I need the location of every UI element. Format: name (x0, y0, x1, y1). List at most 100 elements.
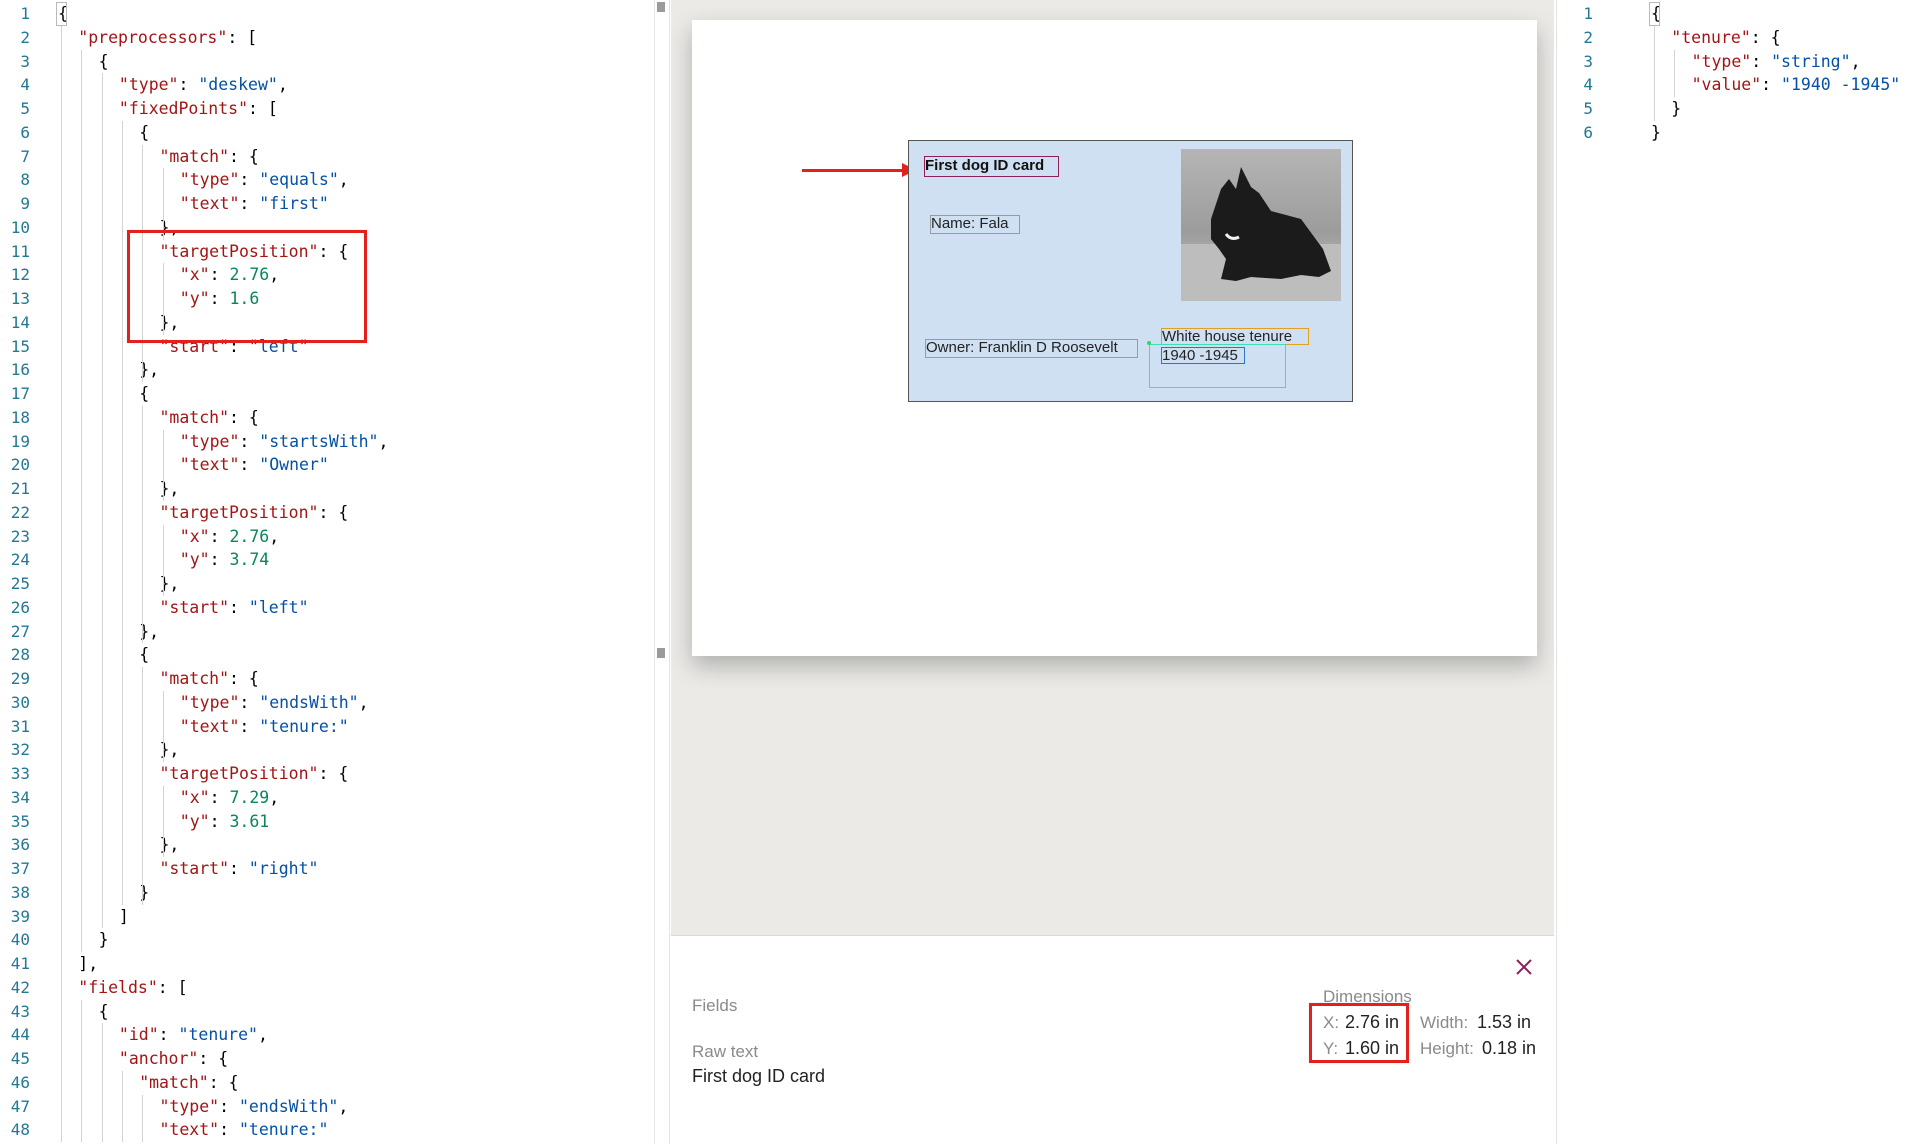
indent-guide (81, 49, 83, 952)
code-token: "deskew" (198, 75, 278, 95)
code-line[interactable]: "fields": [ (78, 976, 187, 1000)
height-label: Height: (1420, 1039, 1474, 1058)
code-line[interactable]: } (139, 881, 149, 905)
code-line[interactable]: { (139, 382, 149, 406)
line-number: 34 (10, 787, 30, 807)
fields-label: Fields (692, 996, 738, 1015)
code-line[interactable]: "match": { (160, 145, 259, 169)
code-token: : { (198, 1049, 229, 1068)
id-card: First dog ID card Name: Fala Owner: Fran… (908, 140, 1353, 402)
code-line[interactable]: "match": { (139, 1071, 238, 1095)
code-token: "type" (159, 1096, 220, 1116)
line-number: 19 (10, 431, 30, 451)
line-number: 42 (10, 977, 30, 997)
code-line[interactable]: ] (119, 905, 129, 929)
close-icon (1516, 959, 1532, 975)
code-token: "targetPosition" (159, 764, 319, 783)
code-line[interactable]: } (1651, 121, 1661, 145)
code-line[interactable]: "start": "right" (160, 857, 319, 881)
line-number: 10 (10, 217, 30, 237)
code-line[interactable]: "id": "tenure", (119, 1023, 268, 1047)
code-line[interactable]: "type": "equals", (180, 168, 349, 192)
line-number: 24 (10, 550, 30, 570)
code-line[interactable]: "type": "string", (1692, 50, 1861, 74)
line-number: 27 (10, 621, 30, 641)
line-number: 9 (20, 194, 30, 213)
code-token: , (277, 75, 288, 95)
code-token: "anchor" (118, 1049, 199, 1068)
code-line[interactable]: "preprocessors": [ (78, 26, 257, 50)
line-number: 23 (10, 526, 30, 546)
code-line[interactable]: "tenure": { (1671, 26, 1780, 50)
code-line[interactable]: "type": "deskew", (119, 73, 288, 97)
code-token: , (358, 692, 369, 712)
code-token: "endsWith" (259, 692, 359, 712)
close-details-button[interactable] (1512, 955, 1536, 979)
code-area[interactable]: {"preprocessors": [{"type": "deskew", "fi… (56, 0, 655, 1144)
line-number: 47 (10, 1096, 30, 1116)
code-token: : (239, 692, 260, 712)
code-token: : (239, 716, 260, 736)
code-line[interactable]: "text": "tenure:" (180, 715, 349, 739)
result-json-editor[interactable]: 123456 {"tenure": {"type": "string", "val… (1556, 0, 1906, 1144)
code-line[interactable]: "value": "1940 -1945" (1692, 73, 1901, 97)
code-line[interactable]: "match": { (160, 667, 259, 691)
code-token: "endsWith" (238, 1096, 339, 1116)
editor-scrollbar[interactable] (654, 0, 667, 1144)
line-number: 21 (10, 479, 30, 498)
code-area[interactable]: {"tenure": {"type": "string", "value": "1… (1649, 0, 1906, 1144)
code-line[interactable]: { (99, 50, 109, 74)
annotation-arrow-line (802, 169, 904, 172)
code-line[interactable]: { (139, 121, 149, 145)
line-number: 13 (10, 289, 30, 308)
code-token: "x" (179, 787, 210, 807)
code-token: : { (229, 669, 259, 688)
code-line[interactable]: "y": 3.61 (180, 810, 269, 834)
code-line[interactable]: "type": "startsWith", (180, 430, 389, 454)
code-line[interactable]: "match": { (160, 406, 259, 430)
code-line[interactable]: { (139, 643, 149, 667)
code-token: "text" (179, 194, 240, 213)
line-number: 45 (10, 1049, 30, 1068)
code-line[interactable]: "targetPosition": { (160, 762, 349, 786)
code-line[interactable]: } (99, 928, 109, 952)
code-token: "Owner" (259, 455, 329, 475)
raw-text-value: First dog ID card (692, 1066, 826, 1086)
line-number: 30 (10, 692, 30, 712)
code-token: : (1751, 51, 1772, 71)
code-line[interactable]: "type": "endsWith", (180, 691, 369, 715)
code-token: "targetPosition" (159, 502, 319, 522)
code-token: : (178, 75, 199, 95)
line-number: 20 (10, 455, 30, 475)
pipeline-json-editor[interactable]: 1 2 3 4 5 6 7 8 9 10 11 12 13 14 15 16 17 18 19 20 21 22 23 24 2… (0, 0, 670, 1144)
code-line[interactable]: { (99, 1000, 109, 1024)
document-preview[interactable]: First dog ID card Name: Fala Owner: Fran… (671, 0, 1554, 935)
width-label: Width: (1420, 1013, 1469, 1032)
line-number: 31 (10, 716, 30, 736)
code-line[interactable]: "type": "endsWith", (160, 1095, 349, 1119)
indent-guide (162, 690, 164, 762)
code-line[interactable]: "targetPosition": { (160, 501, 349, 525)
code-line[interactable]: "x": 2.76, (180, 525, 279, 549)
code-line[interactable]: } (1671, 97, 1681, 121)
code-line[interactable]: "start": "left" (160, 596, 309, 620)
line-number: 5 (1583, 99, 1593, 118)
code-line[interactable]: "text": "Owner" (180, 453, 329, 477)
code-token: : { (318, 502, 349, 522)
code-line[interactable]: "text": "tenure:" (160, 1118, 329, 1142)
line-number: 5 (20, 99, 30, 118)
code-line[interactable]: "x": 7.29, (180, 786, 279, 810)
code-token: ] (118, 906, 129, 926)
dog-photo (1181, 149, 1341, 301)
code-line[interactable]: "anchor": { (119, 1047, 228, 1071)
code-token: : { (1750, 27, 1781, 47)
line-number-gutter: 1 2 3 4 5 6 7 8 9 10 11 12 13 14 15 16 17 18 19 20 21 22 23 24 2… (0, 0, 54, 1144)
line-number: 28 (10, 645, 30, 665)
code-line[interactable]: ], (78, 952, 98, 976)
code-line[interactable]: "y": 3.74 (180, 548, 269, 572)
code-token: "1940 -1945" (1781, 75, 1901, 95)
code-line[interactable]: "fixedPoints": [ (119, 97, 278, 121)
code-token: : (239, 431, 260, 451)
code-line[interactable]: "text": "first" (180, 192, 329, 216)
code-token: : (239, 455, 260, 475)
